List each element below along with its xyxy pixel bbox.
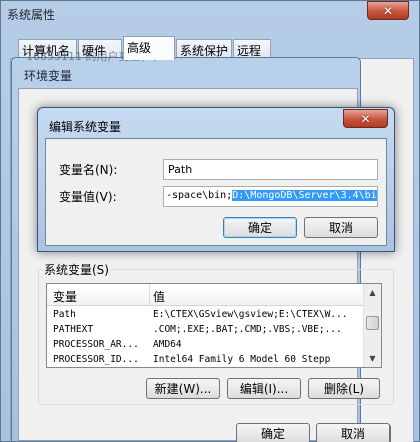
system-variables-heading: 系统变量(S): [42, 261, 111, 278]
scroll-down-icon[interactable]: ▼: [364, 350, 381, 367]
scroll-up-icon[interactable]: ▲: [364, 284, 381, 301]
value-selected-text: D:\MongoDB\Server\3.4\bin: [232, 190, 377, 201]
column-header-value[interactable]: 值: [153, 288, 165, 305]
dialog-ok-button[interactable]: 确定: [223, 217, 297, 238]
variable-value-input[interactable]: -space\bin;D:\MongoDB\Server\3.4\bin: [163, 186, 378, 207]
edit-variable-button[interactable]: 编辑(I)...: [227, 378, 301, 399]
row-variable: PROCESSOR_ID...: [53, 354, 139, 365]
value-unselected-text: -space\bin;: [166, 190, 233, 201]
tab-remote[interactable]: 远程: [233, 39, 271, 59]
variable-name-label: 变量名(N):: [59, 163, 118, 177]
tab-advanced[interactable]: 高级: [123, 36, 175, 60]
dialog-client-area: 变量名(N): Path 变量值(V): -space\bin;D:\Mongo…: [45, 138, 387, 246]
delete-variable-button[interactable]: 删除(L): [308, 378, 380, 399]
list-header: 变量 值: [47, 284, 363, 306]
table-row[interactable]: PROCESSOR_AR... AMD64: [47, 338, 363, 353]
row-variable: PROCESSOR_AR...: [53, 339, 139, 350]
row-value: AMD64: [153, 339, 182, 350]
table-row[interactable]: Path E:\CTEX\GSview\gsview;E:\CTEX\W...: [47, 308, 363, 323]
row-value: Intel64 Family 6 Model 60 Stepp: [153, 354, 331, 365]
system-variables-list[interactable]: 变量 值 Path E:\CTEX\GSview\gsview;E:\CTEX\…: [46, 283, 382, 368]
vertical-scrollbar[interactable]: ▲ ▼: [363, 284, 381, 367]
row-value: E:\CTEX\GSview\gsview;E:\CTEX\W...: [153, 309, 348, 320]
table-row[interactable]: PROCESSOR_ID... Intel64 Family 6 Model 6…: [47, 353, 363, 367]
close-button[interactable]: ✕: [367, 1, 409, 20]
env-ok-button[interactable]: 确定: [236, 423, 310, 442]
dialog-close-button[interactable]: ✕: [343, 109, 388, 128]
env-cancel-button[interactable]: 取消: [316, 423, 390, 442]
dialog-cancel-button[interactable]: 取消: [304, 217, 378, 238]
column-separator[interactable]: [149, 284, 150, 306]
row-variable: PATHEXT: [53, 324, 94, 335]
row-value: .COM;.EXE;.BAT;.CMD;.VBS;.VBE;...: [153, 324, 342, 335]
window-title: 环境变量: [24, 69, 73, 83]
table-row[interactable]: PATHEXT .COM;.EXE;.BAT;.CMD;.VBS;.VBE;..…: [47, 323, 363, 338]
column-header-variable[interactable]: 变量: [53, 288, 77, 305]
variable-value-label: 变量值(V):: [59, 190, 117, 204]
dialog-title: 编辑系统变量: [49, 120, 122, 134]
scroll-thumb[interactable]: [366, 316, 379, 330]
variable-name-input[interactable]: Path: [163, 159, 378, 180]
window-title: 系统属性: [7, 8, 56, 22]
edit-system-variable-dialog: 编辑系统变量 ✕ 变量名(N): Path 变量值(V): -space\bin…: [37, 107, 395, 252]
new-variable-button[interactable]: 新建(W)...: [146, 378, 220, 399]
row-variable: Path: [53, 309, 76, 320]
tab-system-protection[interactable]: 系统保护: [176, 39, 232, 59]
